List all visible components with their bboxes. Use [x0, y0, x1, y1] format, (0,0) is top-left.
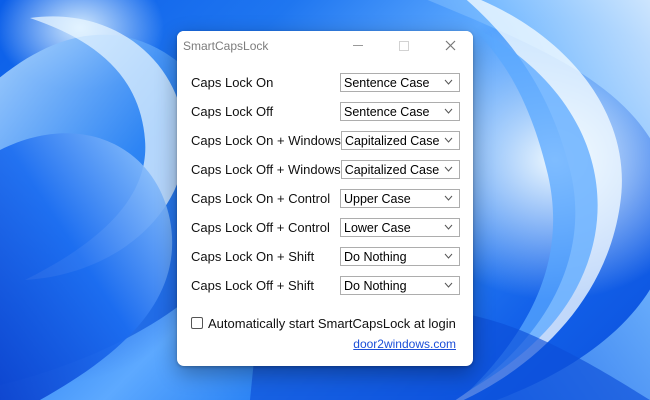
rule-select[interactable]: Upper Case	[340, 189, 460, 208]
window-title: SmartCapsLock	[183, 39, 269, 53]
selected-value: Sentence Case	[344, 104, 430, 119]
maximize-icon	[399, 40, 409, 51]
rule-select[interactable]: Capitalized Case	[340, 131, 460, 150]
rule-select[interactable]: Capitalized Case	[340, 160, 460, 179]
close-button[interactable]	[427, 31, 473, 60]
chevron-down-icon	[444, 195, 453, 201]
minimize-button[interactable]	[335, 31, 381, 60]
autostart-checkbox[interactable]	[191, 317, 203, 329]
rule-row-caps-off-shift: Caps Lock Off + Shift Do Nothing	[189, 271, 461, 300]
rule-select[interactable]: Do Nothing	[340, 247, 460, 266]
rule-label: Caps Lock Off + Control	[191, 220, 330, 235]
minimize-icon	[353, 45, 363, 46]
rule-label: Caps Lock On + Shift	[191, 249, 315, 264]
autostart-option[interactable]: Automatically start SmartCapsLock at log…	[191, 314, 461, 332]
rule-row-caps-on-control: Caps Lock On + Control Upper Case	[189, 184, 461, 213]
desktop-wallpaper: SmartCapsLock Caps Lock On Sentence Case…	[0, 0, 650, 400]
title-bar[interactable]: SmartCapsLock	[177, 31, 473, 60]
chevron-down-icon	[444, 137, 453, 143]
smartcapslock-window: SmartCapsLock Caps Lock On Sentence Case…	[177, 31, 473, 366]
selected-value: Sentence Case	[344, 75, 430, 90]
chevron-down-icon	[444, 166, 453, 172]
rule-row-caps-off-control: Caps Lock Off + Control Lower Case	[189, 213, 461, 242]
selected-value: Upper Case	[344, 191, 411, 206]
rule-row-caps-on-shift: Caps Lock On + Shift Do Nothing	[189, 242, 461, 271]
rule-select[interactable]: Do Nothing	[340, 276, 460, 295]
close-icon	[445, 40, 455, 51]
rule-label: Caps Lock Off	[191, 104, 274, 119]
rule-select[interactable]: Sentence Case	[340, 73, 460, 92]
settings-panel: Caps Lock On Sentence Case Caps Lock Off…	[177, 60, 473, 332]
selected-value: Capitalized Case	[344, 133, 440, 148]
chevron-down-icon	[444, 79, 453, 85]
maximize-button[interactable]	[381, 31, 427, 60]
rule-row-caps-off: Caps Lock Off Sentence Case	[189, 97, 461, 126]
rule-label: Caps Lock On + Windows	[191, 133, 341, 148]
selected-value: Capitalized Case	[344, 162, 440, 177]
rule-select[interactable]: Lower Case	[340, 218, 460, 237]
chevron-down-icon	[444, 108, 453, 114]
rule-select[interactable]: Sentence Case	[340, 102, 460, 121]
rule-label: Caps Lock Off + Windows	[191, 162, 341, 177]
selected-value: Lower Case	[344, 220, 411, 235]
rule-label: Caps Lock On + Control	[191, 191, 331, 206]
selected-value: Do Nothing	[344, 249, 407, 264]
window-controls	[335, 31, 473, 60]
selected-value: Do Nothing	[344, 278, 407, 293]
chevron-down-icon	[444, 224, 453, 230]
chevron-down-icon	[444, 282, 453, 288]
chevron-down-icon	[444, 253, 453, 259]
rule-label: Caps Lock On	[191, 75, 274, 90]
door2windows-link[interactable]: door2windows.com	[353, 337, 456, 351]
autostart-label: Automatically start SmartCapsLock at log…	[208, 315, 456, 331]
rule-row-caps-on: Caps Lock On Sentence Case	[189, 68, 461, 97]
rule-label: Caps Lock Off + Shift	[191, 278, 314, 293]
rule-row-caps-off-windows: Caps Lock Off + Windows Capitalized Case	[189, 155, 461, 184]
rule-row-caps-on-windows: Caps Lock On + Windows Capitalized Case	[189, 126, 461, 155]
